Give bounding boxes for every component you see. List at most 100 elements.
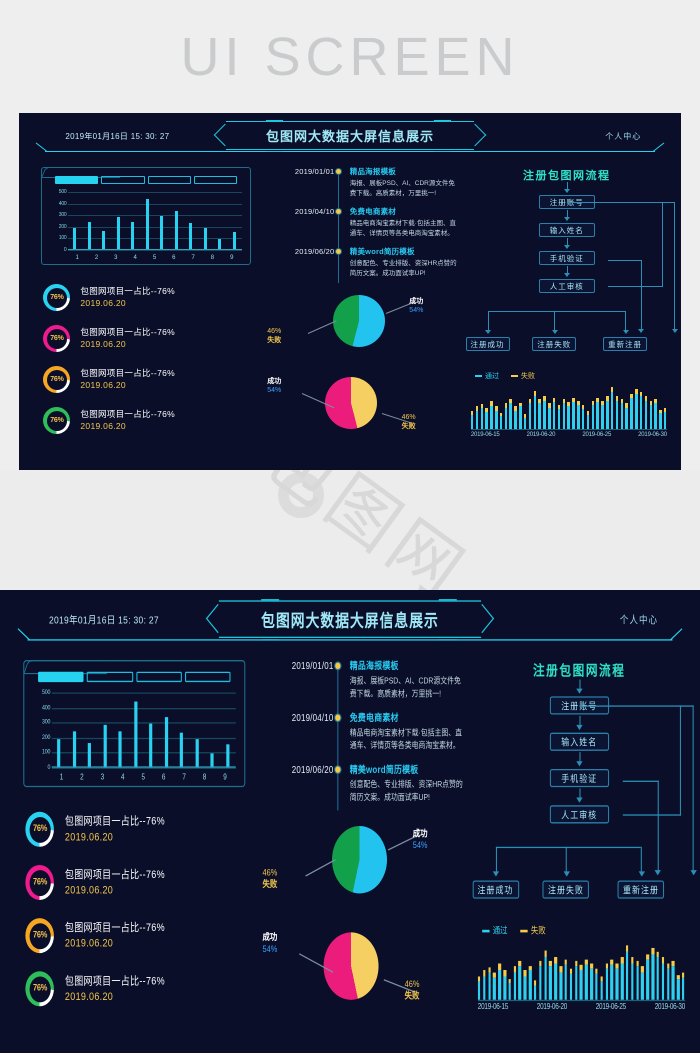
flow-step-2[interactable]: 输入姓名 bbox=[549, 732, 609, 751]
stacked-chart: 通过 失败 2019-06-15 2019-06-20 2019-06-25 2019-0… bbox=[469, 925, 689, 1042]
timeline-title[interactable]: 免费电商素材 bbox=[350, 206, 459, 217]
stacked-bar-pass-part bbox=[470, 414, 474, 429]
timeline-title[interactable]: 精美word简历模板 bbox=[350, 246, 459, 257]
x-axis-line bbox=[51, 766, 236, 768]
flow-result-3[interactable]: 重新注册 bbox=[617, 880, 665, 899]
stacked-bar bbox=[549, 961, 552, 1000]
timeline-item[interactable]: 2019/06/20 精美word简历模板 创意配色、专业排版、资深HR点赞的简历文… bbox=[267, 247, 459, 287]
flow-result-1[interactable]: 注册成功 bbox=[472, 880, 519, 899]
bar-chart-plot: 500 400 300 200 100 0 1 2 3 4 5 6 7 8 9 bbox=[51, 189, 242, 261]
stacked-bar bbox=[538, 399, 541, 429]
timeline-title[interactable]: 精美word简历模板 bbox=[350, 762, 466, 776]
flow-step-4[interactable]: 人工审核 bbox=[549, 805, 609, 824]
segment-1[interactable] bbox=[37, 671, 84, 683]
right-column: 注册包图网流程 注册账号 输入姓名 手机验证 人工审核 注册成功 注册失败 重新注册 通过 失败 2… bbox=[463, 165, 678, 470]
stacked-bar-pass-part bbox=[493, 977, 496, 1000]
timeline-item[interactable]: 2019/01/01 精品海报模板 海报、展板PSD、AI、CDR源文件免费下载。高… bbox=[263, 660, 466, 712]
stacked-bar-pass-part bbox=[663, 411, 667, 429]
user-center-link[interactable]: 个人中心 bbox=[605, 131, 641, 142]
timeline-item[interactable]: 2019/06/20 精美word简历模板 创意配色、专业排版、资深HR点赞的简历文… bbox=[263, 764, 466, 816]
stacked-chart-legend: 通过 失败 bbox=[475, 371, 535, 381]
flow-loop-vert-1 bbox=[661, 202, 663, 287]
header-divider bbox=[45, 151, 655, 152]
watermark: 包图网 bbox=[0, 470, 700, 590]
segment-3[interactable] bbox=[147, 176, 191, 184]
bar bbox=[134, 701, 138, 768]
stacked-bar bbox=[499, 412, 503, 429]
flow-branch-arrow-3 bbox=[638, 846, 645, 877]
stacked-bar-pass-part bbox=[523, 975, 527, 1000]
flow-step-4[interactable]: 人工审核 bbox=[538, 279, 595, 293]
stacked-bar-pass-part bbox=[559, 972, 563, 1000]
ring-percent-value: 76% bbox=[32, 877, 48, 887]
pie-label-success-value: 54% bbox=[412, 842, 428, 852]
stacked-bar-pass-part bbox=[567, 406, 570, 429]
segment-progress-bar[interactable] bbox=[54, 176, 238, 184]
pie-label-fail-value: 46% bbox=[262, 868, 278, 878]
stacked-bar bbox=[654, 399, 657, 429]
legend-swatch bbox=[482, 930, 490, 933]
stacked-bar-pass-part bbox=[533, 396, 537, 429]
stacked-bar bbox=[523, 414, 527, 429]
y-tick-label: 100 bbox=[42, 748, 51, 757]
flow-step-3[interactable]: 手机验证 bbox=[549, 768, 609, 788]
timeline-description: 精品电商淘宝素材下载·包括主图、直通车、详情页等各类电商淘宝素材。 bbox=[349, 220, 456, 237]
legend-swatch bbox=[520, 930, 528, 933]
flow-result-1[interactable]: 注册成功 bbox=[465, 337, 510, 351]
stacked-chart-x-labels: 2019-06-15 2019-06-20 2019-06-25 2019-06-30 bbox=[478, 1004, 685, 1012]
timeline-item[interactable]: 2019/04/10 免费电商素材 精品电商淘宝素材下载·包括主图、直通车、详情页等… bbox=[263, 712, 466, 764]
dashboard-panel-bottom: 2019年01月16日 15: 30: 27 个人中心 包图网大数据大屏信息展示 50… bbox=[0, 590, 700, 1053]
ring-percent-value: 76% bbox=[50, 335, 64, 342]
header-datetime: 2019年01月16日 15: 30: 27 bbox=[65, 132, 170, 141]
timeline-item[interactable]: 2019/04/10 免费电商素材精品电商淘宝素材下载·包括主图、直通车、详情页等… bbox=[267, 207, 459, 247]
stacked-bar-pass-part bbox=[649, 404, 652, 429]
stacked-bar bbox=[596, 397, 599, 429]
stacked-bar bbox=[533, 391, 537, 429]
ring-row: 76% 包图网项目一占比--76% 2019.06.20 bbox=[43, 318, 255, 359]
flow-step-2[interactable]: 输入姓名 bbox=[538, 223, 595, 237]
stacked-bar-pass-part bbox=[574, 966, 578, 1000]
timeline-title[interactable]: 精品海报模板 bbox=[350, 659, 466, 673]
stacked-bar-pass-part bbox=[671, 966, 675, 1000]
stacked-bar bbox=[615, 396, 619, 429]
bar bbox=[131, 222, 135, 250]
bar bbox=[145, 198, 149, 250]
flow-step-3[interactable]: 手机验证 bbox=[538, 251, 595, 265]
stacked-bar-pass-part bbox=[605, 968, 609, 1000]
flow-result-3[interactable]: 重新注册 bbox=[603, 337, 648, 351]
x-tick-label: 3 bbox=[114, 254, 118, 261]
stacked-bar-pass-part bbox=[554, 963, 558, 1000]
stacked-bar-pass-part bbox=[615, 968, 619, 1000]
timeline-date: 2019/06/20 bbox=[294, 247, 335, 256]
flow-result-2[interactable]: 注册失败 bbox=[542, 880, 590, 899]
bar bbox=[103, 724, 107, 768]
stacked-bar-pass-part bbox=[548, 407, 551, 429]
stacked-bar-pass-part bbox=[495, 410, 498, 429]
timeline-title[interactable]: 免费电商素材 bbox=[350, 711, 466, 725]
left-column: 500 400 300 200 100 0 1 2 3 4 5 6 7 8 9 76% 包图网项目一占比--76… bbox=[19, 657, 250, 1053]
pie-label-fail-value: 46% bbox=[404, 980, 420, 990]
timeline-title[interactable]: 精品海报模板 bbox=[350, 166, 459, 177]
pie-block: 成功 54% 46% 失败 bbox=[263, 927, 466, 1033]
segment-2[interactable] bbox=[101, 176, 145, 184]
user-center-link[interactable]: 个人中心 bbox=[620, 613, 658, 627]
segment-3[interactable] bbox=[135, 671, 182, 683]
timeline-date: 2019/01/01 bbox=[294, 167, 335, 176]
pie-label-fail-name: 失败 bbox=[401, 423, 416, 431]
flow-arrow bbox=[576, 715, 583, 731]
stacked-bar bbox=[528, 965, 532, 1000]
segment-2[interactable] bbox=[86, 671, 133, 683]
stacked-bar bbox=[600, 976, 603, 1000]
timeline-date: 2019/04/10 bbox=[294, 207, 335, 216]
timeline-item[interactable]: 2019/01/01 精品海报模板 海报、展板PSD、AI、CDR源文件免费下载。高… bbox=[267, 167, 459, 207]
segment-4[interactable] bbox=[193, 176, 238, 184]
flow-result-2[interactable]: 注册失败 bbox=[532, 337, 577, 351]
stacked-bar bbox=[470, 410, 474, 429]
stacked-bar-pass-part bbox=[641, 972, 644, 1000]
ring-label: 包图网项目一占比--76% bbox=[64, 814, 165, 828]
segment-4[interactable] bbox=[185, 671, 231, 683]
segment-1[interactable] bbox=[54, 176, 99, 184]
segment-progress-bar[interactable] bbox=[37, 671, 231, 683]
stacked-bar-pass-part bbox=[586, 414, 590, 429]
pie-label-success-name: 成功 bbox=[262, 933, 278, 943]
